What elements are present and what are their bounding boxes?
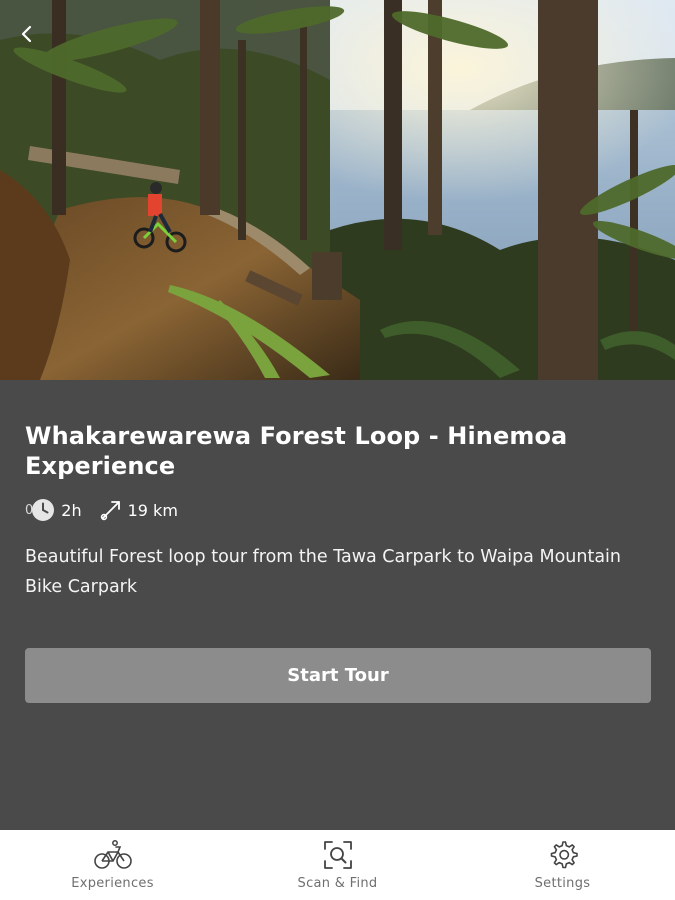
chevron-left-icon (21, 25, 32, 43)
distance-item: 19 km (100, 499, 178, 521)
distance-text: 19 km (127, 500, 178, 520)
distance-arrow-icon (100, 499, 122, 521)
clock-icon (31, 498, 55, 522)
hero-image (0, 0, 675, 380)
duration-item: 2h (31, 498, 82, 522)
tour-info-panel: Whakarewarewa Forest Loop - Hinemoa Expe… (0, 380, 675, 830)
tour-title: Whakarewarewa Forest Loop - Hinemoa Expe… (25, 422, 568, 480)
bicycle-icon (93, 838, 133, 872)
gear-icon (543, 838, 583, 872)
back-button[interactable] (12, 20, 40, 48)
nav-label-experiences: Experiences (71, 876, 154, 891)
nav-item-scan-find[interactable]: Scan & Find (225, 830, 450, 900)
tour-meta: 0 2h 19 km (25, 497, 650, 523)
nav-label-scan-find: Scan & Find (297, 876, 378, 891)
tour-detail-screen: Whakarewarewa Forest Loop - Hinemoa Expe… (0, 0, 675, 900)
tour-description: Beautiful Forest loop tour from the Tawa… (25, 547, 621, 597)
start-tour-button[interactable]: Start Tour (25, 648, 651, 703)
nav-label-settings: Settings (534, 876, 591, 891)
nav-item-experiences[interactable]: Experiences (0, 830, 225, 900)
bottom-navigation: Experiences Scan & Find Settings (0, 830, 675, 900)
nav-item-settings[interactable]: Settings (450, 830, 675, 900)
scan-search-icon (318, 838, 358, 872)
forest-photo (0, 0, 675, 380)
duration-text: 2h (61, 500, 82, 520)
